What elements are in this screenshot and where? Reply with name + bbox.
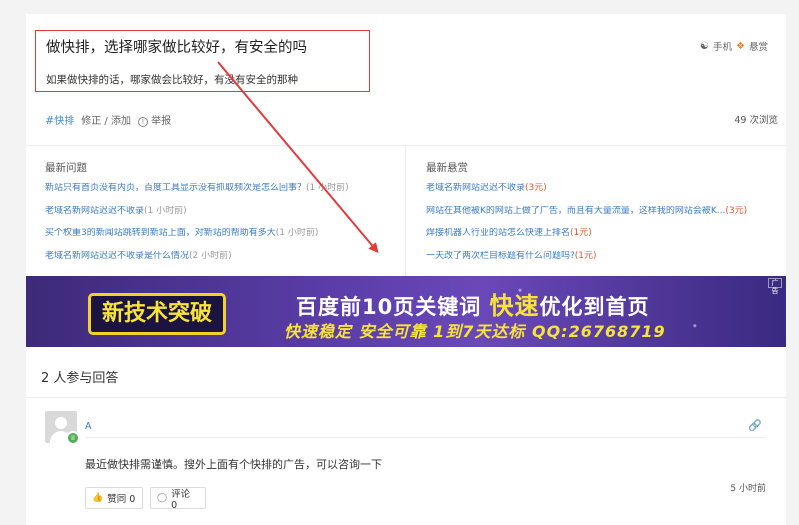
info-icon: ! [137, 117, 148, 127]
question-section: 做快排，选择哪家做比较好，有安全的吗 如果做快排的话，哪家做会比较好，有没有安全… [26, 14, 786, 146]
edit-link[interactable]: 修正 / 添加 [81, 112, 131, 127]
list-item[interactable]: 老域名新网站迟迟不收录(3元) [426, 183, 776, 206]
ad-banner[interactable]: 新技术突破 百度前10页关键词 快速优化到首页 快速稳定 安全可靠 1到7天达标… [26, 276, 786, 347]
list-item[interactable]: 老域名新网站迟迟不收录是什么情况(2 小时前) [45, 251, 405, 274]
comment-button[interactable]: ◯ 评论 0 [150, 487, 206, 511]
question-title: 做快排，选择哪家做比较好，有安全的吗 [46, 40, 307, 56]
banner-headline: 百度前10页关键词 快速优化到首页 [296, 292, 650, 320]
latest-questions: 最新问题 新站只有首页没有内页，百度工具显示没有抓取频次是怎么回事？(1 小时前… [45, 160, 405, 273]
reward-icon[interactable]: ❖ [736, 41, 745, 52]
hash-icon: # [45, 114, 55, 127]
banner-badge: 新技术突破 [88, 293, 226, 335]
latest-questions-title: 最新问题 [45, 162, 87, 174]
reward-link[interactable]: 悬赏 [749, 39, 768, 53]
like-button[interactable]: 👍 赞同 0 [85, 487, 143, 509]
thumbs-up-icon: 👍 [92, 493, 104, 503]
question-tools: ☯ 手机 ❖ 悬赏 [700, 39, 768, 54]
crown-icon: ♕ [66, 431, 80, 445]
latest-rewards: 最新悬赏 老域名新网站迟迟不收录(3元) 网站在其他被K的网站上做了广告，而且有… [426, 160, 776, 273]
answer-username[interactable]: A [85, 421, 92, 432]
answer-text: 最近做快排需谨慎。搜外上面有个快排的广告，可以咨询一下 [85, 458, 382, 471]
report-link[interactable]: ! 举报 [137, 112, 171, 127]
list-item[interactable]: 老域名新网站迟迟不收录(1 小时前) [45, 206, 405, 229]
list-item[interactable]: 焊接机器人行业的站怎么快速上排名(1元) [426, 228, 776, 251]
question-meta: #快排 修正 / 添加 ! 举报 [45, 112, 171, 127]
side-lists: 最新问题 新站只有首页没有内页，百度工具显示没有抓取频次是怎么回事？(1 小时前… [26, 146, 786, 276]
topic-tag[interactable]: #快排 [45, 112, 74, 127]
list-item[interactable]: 一天改了两次栏目标题有什么问题吗?(1元) [426, 251, 776, 274]
answer-divider [85, 437, 765, 438]
view-count: 49 次浏览 [734, 115, 778, 126]
list-item[interactable]: 新站只有首页没有内页，百度工具显示没有抓取频次是怎么回事？(1 小时前) [45, 183, 405, 206]
list-divider [405, 146, 406, 276]
wechat-icon[interactable]: ☯ [700, 41, 709, 52]
answers-count: 2 人参与回答 [41, 371, 119, 386]
list-item[interactable]: 买个权重3的新闻站跳转到新站上面，对新站的帮助有多大(1 小时前) [45, 228, 405, 251]
answer-time: 5 小时前 [730, 484, 766, 494]
mobile-link[interactable]: 手机 [713, 39, 732, 53]
answers-section: 2 人参与回答 ♕ A 🔗 最近做快排需谨慎。搜外上面有个快排的广告，可以咨询一… [26, 347, 786, 525]
ad-corner-mark: 广告 [768, 278, 782, 295]
list-item[interactable]: 网站在其他被K的网站上做了广告，而且有大量流量，这样我的网站会被K...(3元) [426, 206, 776, 229]
latest-rewards-title: 最新悬赏 [426, 162, 468, 174]
question-description: 如果做快排的话，哪家做会比较好，有没有安全的那种 [46, 74, 298, 86]
banner-subline: 快速稳定 安全可靠 1到7天达标 QQ:26768719 [284, 322, 666, 341]
link-icon[interactable]: 🔗 [748, 419, 762, 432]
question-card: 做快排，选择哪家做比较好，有安全的吗 如果做快排的话，哪家做会比较好，有没有安全… [26, 14, 786, 276]
answers-divider [26, 397, 786, 398]
comment-icon: ◯ [157, 493, 168, 503]
